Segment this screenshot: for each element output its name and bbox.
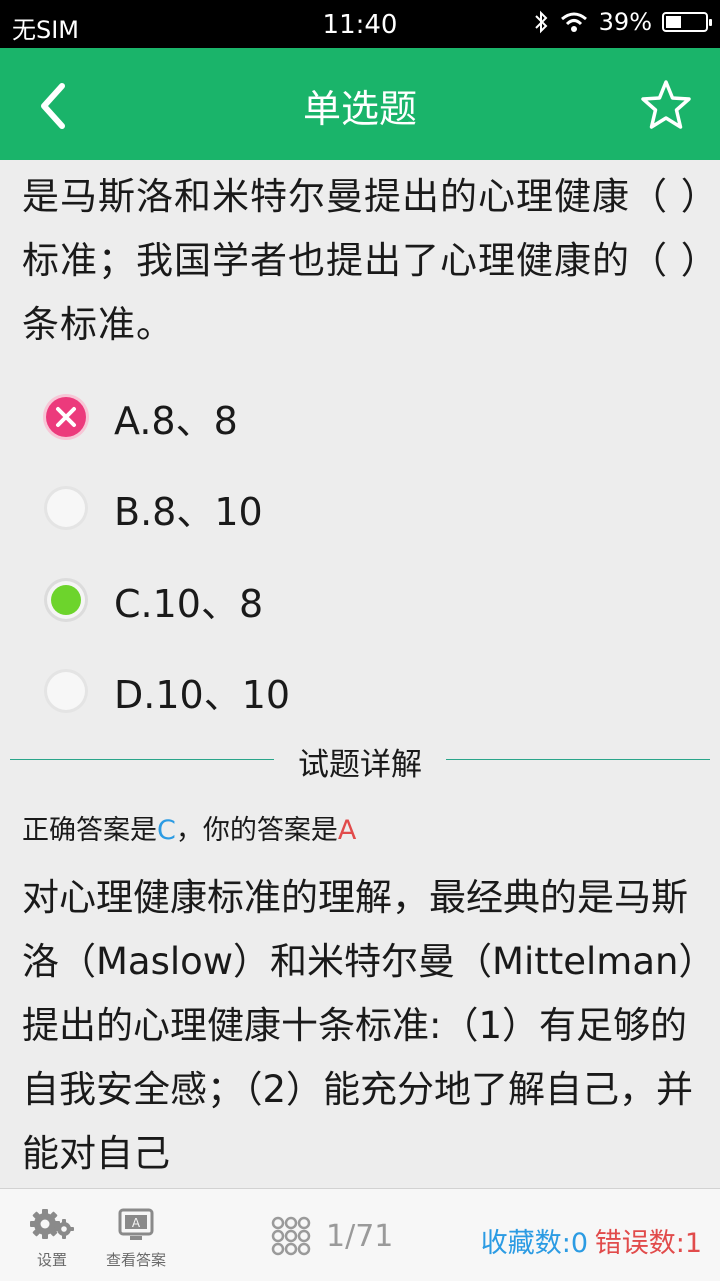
user-answer: A [337, 815, 357, 846]
wrong-mark-icon [43, 394, 89, 440]
answer-prefix: 正确答案是 [22, 815, 157, 846]
errors-count[interactable]: 错误数:1 [595, 1221, 702, 1260]
settings-button[interactable]: 设置 [12, 1207, 92, 1270]
option-d[interactable]: D.10、10 [42, 661, 290, 721]
svg-text:A: A [132, 1216, 141, 1230]
option-a[interactable]: A.8、8 [42, 387, 238, 447]
divider-line-right [446, 759, 710, 760]
radio-empty-icon [44, 669, 88, 713]
favorite-button[interactable] [638, 78, 694, 134]
bluetooth-icon [534, 10, 548, 34]
page-title: 单选题 [302, 87, 417, 131]
option-label: B.8、10 [114, 489, 263, 534]
page-counter: 1/71 [326, 1218, 394, 1254]
bottom-toolbar: 设置 A 查看答案 1/71 收藏数:0 错误数:1 [0, 1188, 720, 1281]
battery-fill [666, 16, 681, 28]
radio-empty-icon [44, 486, 88, 530]
detail-divider: 试题详解 [10, 735, 710, 785]
grid-icon [271, 1216, 311, 1256]
answer-sheet-icon: A [118, 1208, 154, 1240]
star-outline-icon [641, 80, 691, 129]
view-answers-label: 查看答案 [105, 1251, 166, 1269]
favorites-count[interactable]: 收藏数:0 [481, 1221, 588, 1260]
explanation-text: 对心理健康标准的理解，最经典的是马斯洛（Maslow）和米特尔曼（Mittelm… [22, 876, 697, 1175]
wifi-icon [560, 12, 587, 32]
status-bar: 无SIM 11:40 39% [0, 0, 720, 48]
settings-label: 设置 [36, 1251, 67, 1269]
question-navigator[interactable]: 1/71 [270, 1215, 393, 1257]
app-header: 单选题 [0, 48, 720, 160]
divider-label: 试题详解 [298, 747, 422, 783]
question-text: 是马斯洛和米特尔曼提出的心理健康（ ）标准；我国学者也提出了心理健康的（ ）条标… [22, 175, 701, 346]
status-right: 39% [533, 8, 712, 36]
gear-icon [30, 1209, 74, 1239]
option-label: A.8、8 [114, 398, 238, 443]
battery-percent: 39% [598, 8, 652, 36]
correct-answer: C [157, 815, 176, 846]
radio-correct-icon [44, 578, 88, 622]
option-b[interactable]: B.8、10 [42, 478, 263, 538]
option-label: C.10、8 [114, 581, 264, 626]
answer-mid: ，你的答案是 [175, 815, 338, 846]
battery-icon [662, 12, 712, 32]
answer-summary: 正确答案是C，你的答案是A [22, 808, 356, 847]
view-answers-button[interactable]: A 查看答案 [96, 1207, 176, 1270]
option-label: D.10、10 [114, 672, 291, 717]
option-c[interactable]: C.10、8 [42, 570, 263, 630]
